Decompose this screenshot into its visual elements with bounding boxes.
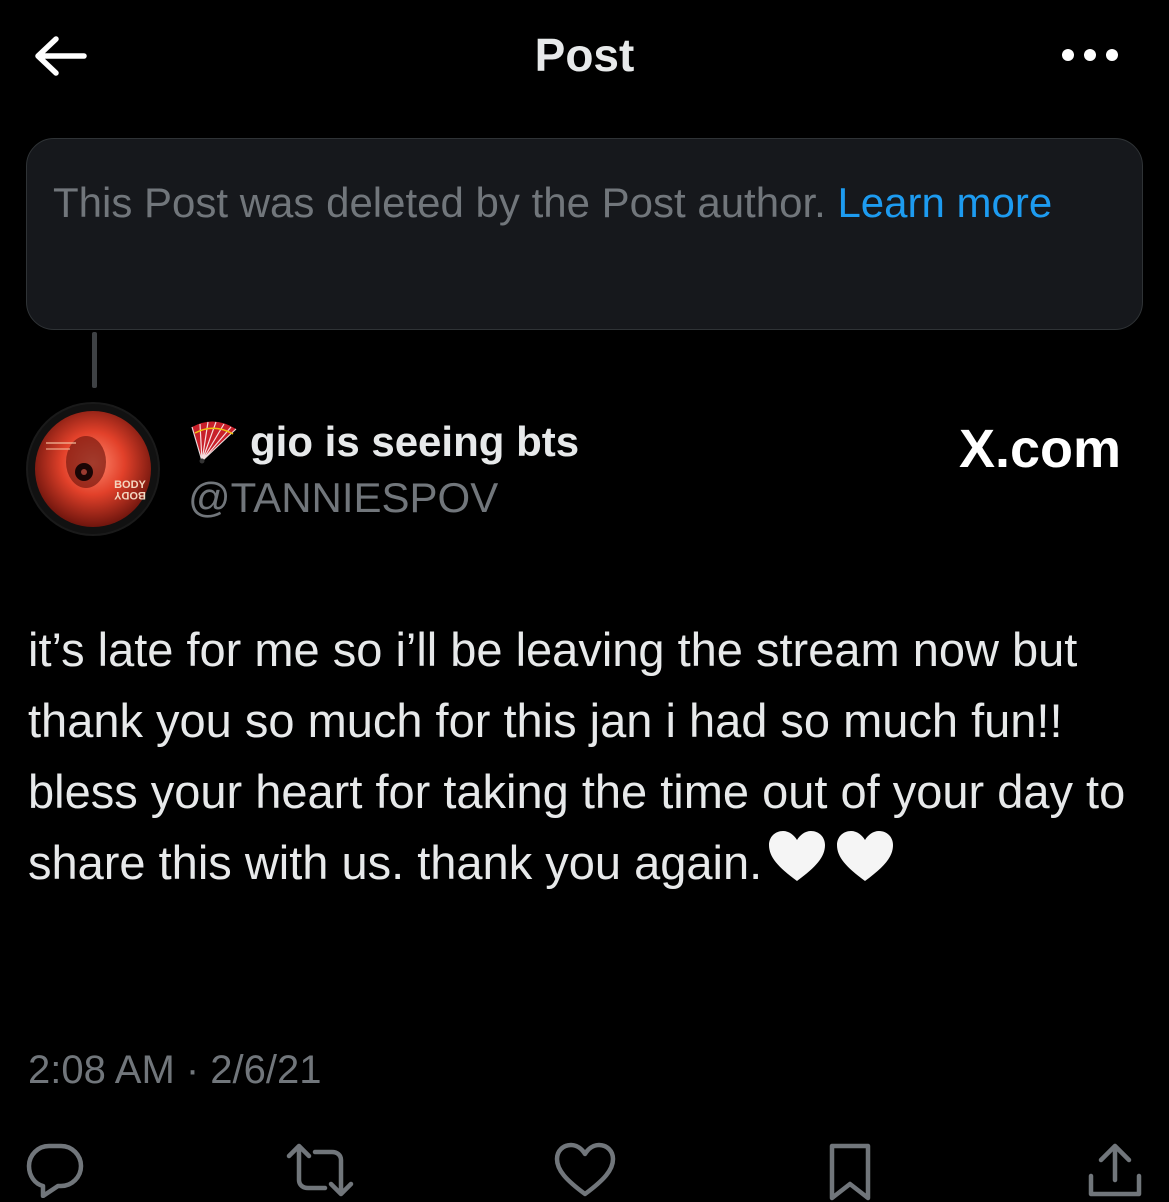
back-button[interactable] [28, 28, 92, 84]
bookmark-icon [829, 1143, 871, 1201]
share-button[interactable] [1080, 1142, 1150, 1202]
deleted-post-notice: This Post was deleted by the Post author… [26, 138, 1143, 330]
reply-icon [26, 1143, 84, 1198]
learn-more-link[interactable]: Learn more [837, 179, 1052, 226]
brand-watermark: X.com [959, 418, 1121, 480]
page-title: Post [534, 29, 635, 81]
share-icon [1088, 1143, 1142, 1197]
avatar-image: BODY BODY [28, 404, 158, 534]
like-button[interactable] [550, 1142, 620, 1202]
post-timestamp: 2:08 AM · 2/6/21 [28, 1048, 322, 1092]
reply-button[interactable] [20, 1142, 90, 1202]
white-heart-icon [837, 831, 894, 881]
more-horizontal-icon [1062, 49, 1118, 61]
author-handle[interactable]: @TANNIESPOV [188, 474, 498, 522]
white-heart-icon [769, 831, 826, 881]
thread-connector-line [92, 332, 97, 388]
svg-text:BODY: BODY [113, 489, 145, 501]
deleted-notice-text: This Post was deleted by the Post author… [53, 179, 838, 226]
arrow-left-icon [35, 36, 87, 76]
author-display-name: gio is seeing bts [250, 418, 580, 465]
repost-icon [286, 1143, 354, 1197]
bookmark-button[interactable] [815, 1142, 885, 1202]
top-bar: Post [0, 0, 1169, 110]
action-bar [0, 1138, 1169, 1202]
avatar[interactable]: BODY BODY [26, 402, 160, 536]
author-name-row[interactable]: gio is seeing bts [188, 412, 579, 472]
repost-button[interactable] [285, 1142, 355, 1202]
folding-fan-icon [191, 421, 237, 464]
more-button[interactable] [1050, 30, 1130, 80]
post-body: it’s late for me so i’ll be leaving the … [28, 623, 1126, 889]
post-text: it’s late for me so i’ll be leaving the … [28, 614, 1138, 898]
heart-icon [554, 1142, 616, 1197]
brand-label: X.com [958, 419, 1121, 479]
